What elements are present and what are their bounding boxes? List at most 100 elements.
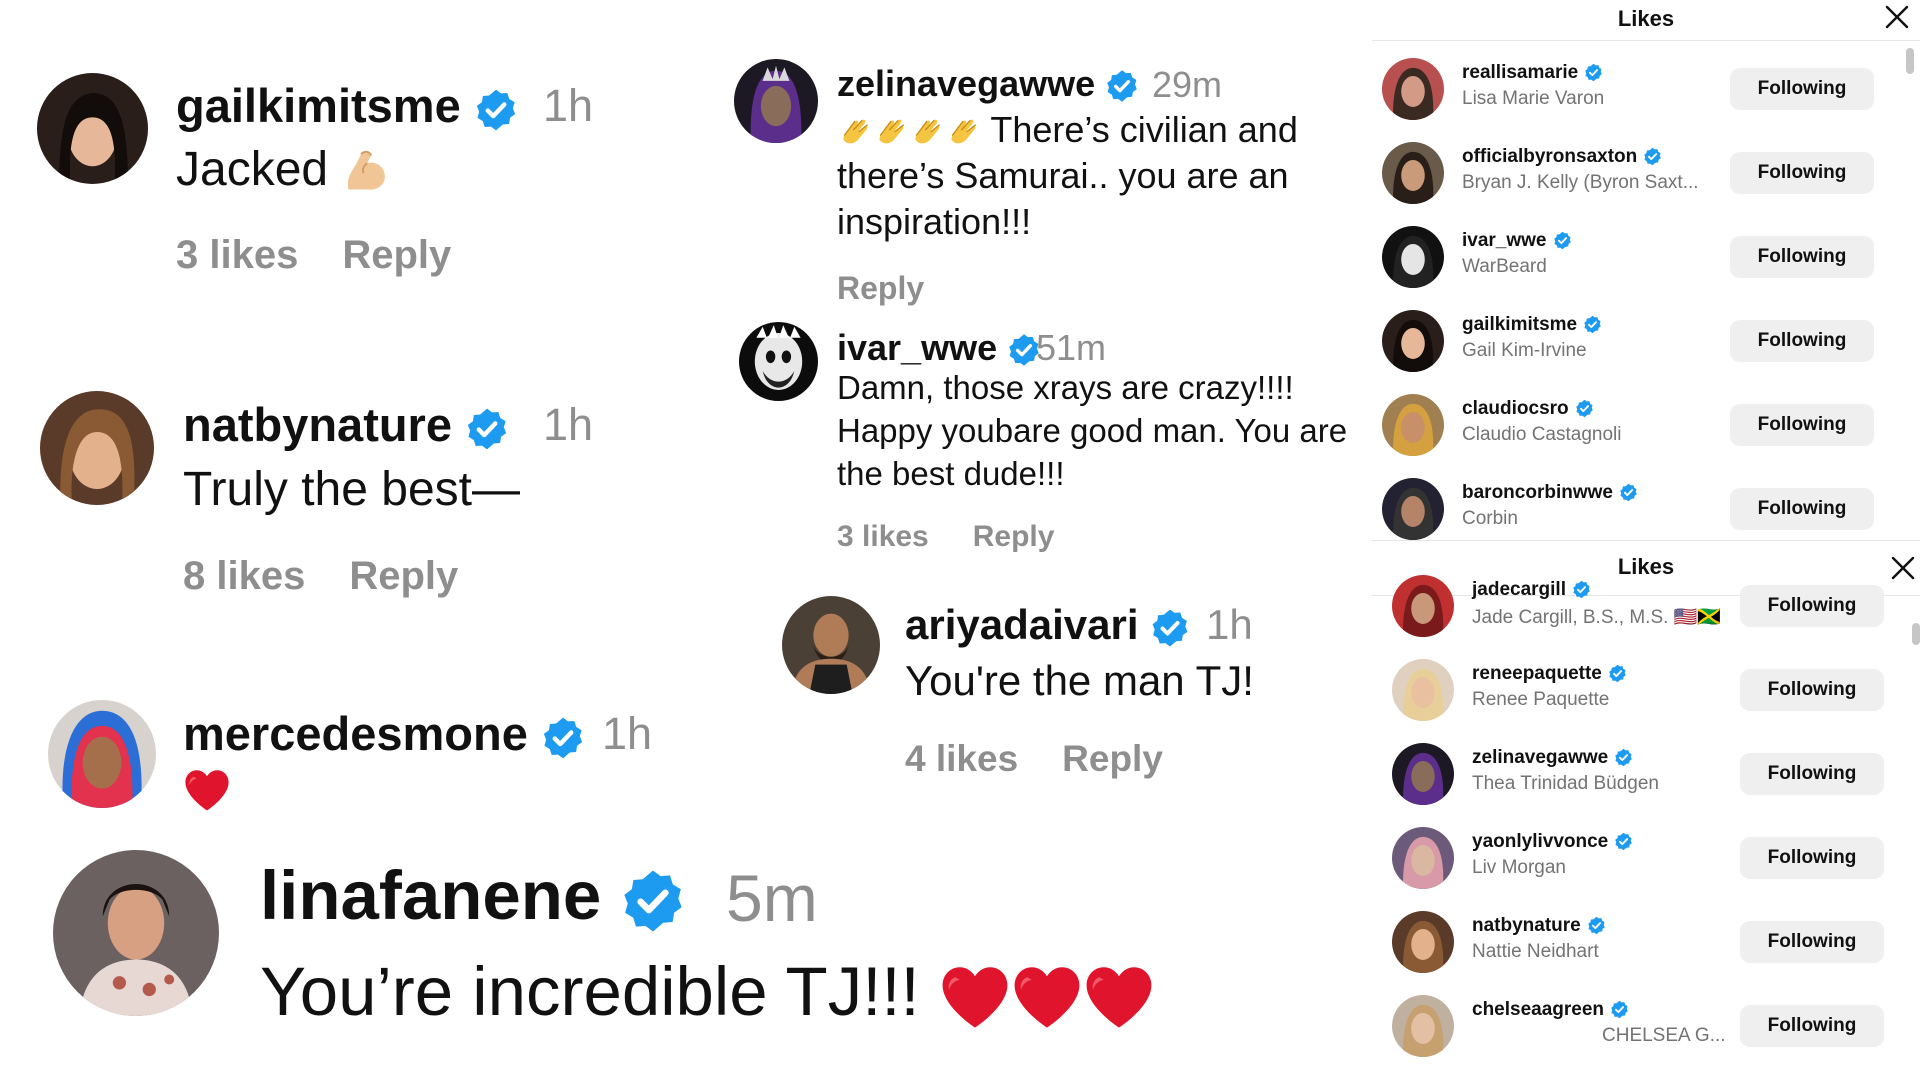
- reply-button[interactable]: Reply: [349, 554, 458, 598]
- following-button[interactable]: Following: [1740, 669, 1884, 711]
- username-text[interactable]: linafanene: [260, 857, 601, 934]
- username-text[interactable]: chelseaagreen: [1472, 999, 1604, 1020]
- avatar[interactable]: [40, 391, 154, 505]
- username-text[interactable]: yaonlylivvonce: [1472, 831, 1608, 852]
- following-button[interactable]: Following: [1730, 404, 1874, 446]
- comment-username[interactable]: ivar_wwe: [837, 327, 1041, 369]
- comment-username[interactable]: zelinavegawwe: [837, 63, 1139, 105]
- like-username[interactable]: officialbyronsaxton: [1462, 146, 1662, 168]
- following-button[interactable]: Following: [1740, 1005, 1884, 1047]
- following-button[interactable]: Following: [1730, 152, 1874, 194]
- like-user-row[interactable]: jadecargill Jade Cargill, B.S., M.S. 🇺🇸🇯🇲…: [1372, 565, 1920, 647]
- like-user-row[interactable]: reneepaquette Renee Paquette Following: [1372, 649, 1920, 731]
- avatar[interactable]: [1382, 142, 1444, 204]
- avatar[interactable]: [1382, 226, 1444, 288]
- like-username[interactable]: reneepaquette: [1472, 663, 1627, 685]
- avatar[interactable]: [782, 596, 880, 694]
- username-text[interactable]: claudiocsro: [1462, 398, 1569, 419]
- like-user-row[interactable]: reallisamarie Lisa Marie Varon Following: [1372, 48, 1920, 130]
- like-user-row[interactable]: claudiocsro Claudio Castagnoli Following: [1372, 384, 1920, 466]
- username-text[interactable]: zelinavegawwe: [1472, 747, 1608, 768]
- username-text[interactable]: mercedesmone: [183, 707, 528, 760]
- username-text[interactable]: reneepaquette: [1472, 663, 1602, 684]
- avatar[interactable]: [739, 322, 818, 401]
- like-username[interactable]: reallisamarie: [1462, 62, 1603, 84]
- avatar[interactable]: [1392, 743, 1454, 805]
- avatar[interactable]: [37, 73, 148, 184]
- username-text[interactable]: natbynature: [183, 398, 452, 451]
- avatar[interactable]: [53, 850, 219, 1016]
- like-user-row[interactable]: zelinavegawwe Thea Trinidad Büdgen Followi…: [1372, 733, 1920, 815]
- comment-username[interactable]: natbynature: [183, 397, 509, 452]
- like-username[interactable]: baroncorbinwwe: [1462, 482, 1638, 504]
- like-user-row[interactable]: gailkimitsme Gail Kim-Irvine Following: [1372, 300, 1920, 382]
- like-username[interactable]: natbynature: [1472, 915, 1606, 937]
- username-text[interactable]: gailkimitsme: [176, 79, 461, 132]
- username-text[interactable]: reallisamarie: [1462, 62, 1578, 83]
- like-username[interactable]: jadecargill: [1472, 579, 1591, 601]
- following-button[interactable]: Following: [1740, 837, 1884, 879]
- clapping-hands-icon: [945, 114, 981, 150]
- comment-username[interactable]: mercedesmone: [183, 706, 585, 761]
- verified-badge-icon: [620, 868, 686, 934]
- username-text[interactable]: ariyadaivari: [905, 601, 1139, 648]
- like-user-row[interactable]: officialbyronsaxton Bryan J. Kelly (Byron…: [1372, 132, 1920, 214]
- username-text[interactable]: zelinavegawwe: [837, 63, 1095, 104]
- likes-count[interactable]: 3 likes: [176, 233, 298, 277]
- like-username[interactable]: ivar_wwe: [1462, 230, 1572, 252]
- username-text[interactable]: ivar_wwe: [837, 327, 997, 368]
- reply-button[interactable]: Reply: [1062, 738, 1163, 779]
- like-user-row[interactable]: ivar_wwe WarBeard Following: [1372, 216, 1920, 298]
- avatar[interactable]: [734, 59, 818, 143]
- avatar[interactable]: [1382, 58, 1444, 120]
- following-button[interactable]: Following: [1730, 320, 1874, 362]
- avatar[interactable]: [1392, 575, 1454, 637]
- red-heart-icon: [1083, 964, 1155, 1030]
- close-icon[interactable]: [1882, 2, 1912, 32]
- likes-count[interactable]: 8 likes: [183, 554, 305, 598]
- avatar[interactable]: [1382, 394, 1444, 456]
- like-username[interactable]: chelseaagreen: [1472, 999, 1629, 1021]
- verified-badge-icon: [465, 407, 509, 451]
- like-username[interactable]: gailkimitsme: [1462, 314, 1602, 336]
- likes-count[interactable]: 4 likes: [905, 738, 1018, 779]
- comment-text: You're the man TJ!: [905, 657, 1254, 704]
- avatar[interactable]: [1392, 911, 1454, 973]
- like-user-row[interactable]: yaonlylivvonce Liv Morgan Following: [1372, 817, 1920, 899]
- username-text[interactable]: jadecargill: [1472, 579, 1566, 600]
- verified-badge-icon: [541, 716, 585, 760]
- scrollbar[interactable]: [1906, 48, 1914, 74]
- following-button[interactable]: Following: [1740, 585, 1884, 627]
- username-text[interactable]: officialbyronsaxton: [1462, 146, 1637, 167]
- reply-button[interactable]: Reply: [342, 233, 451, 277]
- reply-button[interactable]: Reply: [837, 270, 924, 306]
- following-button[interactable]: Following: [1740, 753, 1884, 795]
- following-button[interactable]: Following: [1730, 68, 1874, 110]
- like-username[interactable]: zelinavegawwe: [1472, 747, 1633, 769]
- likes-count[interactable]: 3 likes: [837, 520, 929, 553]
- avatar[interactable]: [1392, 995, 1454, 1057]
- username-text[interactable]: gailkimitsme: [1462, 314, 1577, 335]
- following-button[interactable]: Following: [1730, 488, 1874, 530]
- following-button[interactable]: Following: [1740, 921, 1884, 963]
- username-text[interactable]: natbynature: [1472, 915, 1581, 936]
- like-user-row[interactable]: baroncorbinwwe Corbin Following: [1372, 468, 1920, 540]
- comment-username[interactable]: ariyadaivari: [905, 601, 1190, 649]
- like-username[interactable]: claudiocsro: [1462, 398, 1594, 420]
- like-username[interactable]: yaonlylivvonce: [1472, 831, 1633, 853]
- following-button[interactable]: Following: [1730, 236, 1874, 278]
- like-user-row[interactable]: natbynature Nattie Neidhart Following: [1372, 901, 1920, 983]
- avatar[interactable]: [1382, 310, 1444, 372]
- avatar[interactable]: [1392, 827, 1454, 889]
- avatar[interactable]: [1392, 659, 1454, 721]
- username-text[interactable]: ivar_wwe: [1462, 230, 1547, 251]
- like-user-row[interactable]: chelseaagreen CHELSEA G... Following: [1372, 985, 1920, 1067]
- scrollbar[interactable]: [1912, 623, 1920, 645]
- avatar[interactable]: [1382, 478, 1444, 540]
- clapping-hands-icon: [873, 114, 909, 150]
- comment-username[interactable]: gailkimitsme: [176, 78, 518, 133]
- reply-button[interactable]: Reply: [973, 520, 1055, 553]
- avatar[interactable]: [48, 700, 156, 808]
- comment-username[interactable]: linafanene: [260, 856, 686, 935]
- username-text[interactable]: baroncorbinwwe: [1462, 482, 1613, 503]
